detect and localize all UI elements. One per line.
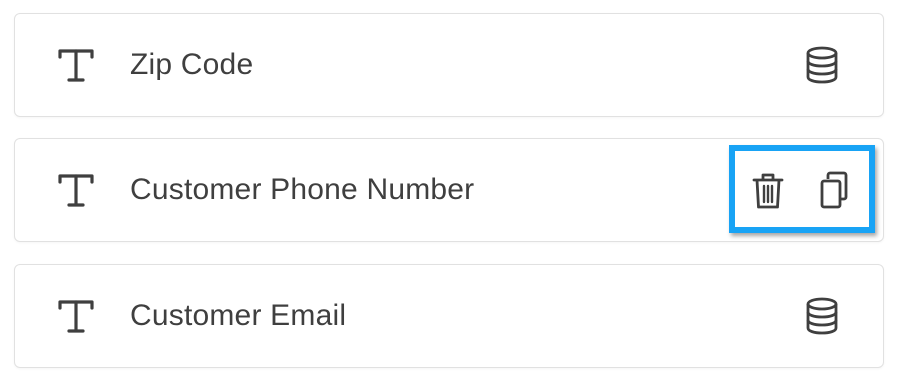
field-label: Customer Phone Number: [130, 173, 475, 206]
text-type-icon: [56, 170, 96, 210]
database-icon[interactable]: [805, 297, 839, 335]
trash-icon[interactable]: [748, 169, 788, 213]
copy-icon[interactable]: [814, 169, 854, 213]
text-type-icon: [56, 296, 96, 336]
field-row-zip-code[interactable]: Zip Code: [14, 13, 884, 117]
text-type-icon: [56, 45, 96, 85]
field-label: Customer Email: [130, 299, 347, 332]
field-row-customer-email[interactable]: Customer Email: [14, 264, 884, 368]
database-icon[interactable]: [805, 46, 839, 84]
field-list: Zip Code Customer Phone Number Customer …: [0, 0, 900, 386]
field-label: Zip Code: [130, 48, 254, 81]
